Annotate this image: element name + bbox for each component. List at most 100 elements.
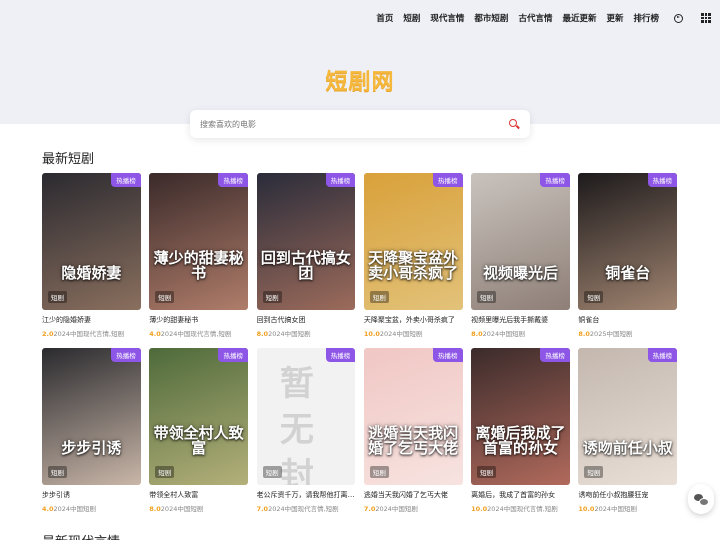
drama-title[interactable]: 带领全村人致富 [149, 490, 248, 500]
search-icon[interactable] [506, 116, 522, 132]
drama-meta: 10.02024中国短剧 [578, 503, 677, 513]
drama-title[interactable]: 视频里曝光后我手撕戴婆 [471, 315, 570, 325]
drama-card[interactable]: 天降聚宝盆外卖小哥杀疯了 热播榜 短剧天降聚宝盆，外卖小哥杀疯了 10.02024中国… [363, 173, 463, 338]
drama-card[interactable]: 暂无封面热播榜短剧老公斥资千万，请我帮他打离婚官司 7.02024中国现代言情,短… [256, 348, 356, 513]
drama-info: 2024中国短剧 [53, 505, 97, 513]
type-tag: 短剧 [48, 466, 67, 478]
drama-card[interactable]: 诱吻前任小叔 热播榜 短剧 诱吻前任小叔抱腰狂宠 10.02024中国短剧 [578, 348, 678, 513]
drama-info: 2024中国现代言情,短剧 [268, 505, 339, 513]
search-bar [190, 110, 530, 138]
drama-meta: 10.02024中国现代言情,短剧 [471, 503, 570, 513]
drama-title[interactable]: 回到古代搞女团 [257, 315, 356, 325]
drama-title[interactable]: 江少的隐婚娇妻 [42, 315, 141, 325]
nav-item-short-drama[interactable]: 短剧 [403, 12, 420, 24]
type-tag: 短剧 [477, 466, 497, 478]
hot-badge: 热播榜 [111, 348, 141, 362]
poster-caption: 逃婚当天我闪婚了乞丐大佬 [368, 423, 459, 458]
drama-score: 4.0 [42, 505, 54, 513]
drama-meta: 8.02025中国短剧 [578, 328, 677, 338]
type-tag: 短剧 [584, 291, 604, 303]
drama-score: 2.0 [42, 330, 54, 338]
drama-score: 10.0 [471, 505, 488, 513]
hot-badge: 热播榜 [325, 348, 356, 362]
drama-card[interactable]: 视频曝光后 热播榜 短剧 视频里曝光后我手撕戴婆 8.02024中国短剧 [471, 173, 570, 338]
drama-poster[interactable]: 步步引诱 热播榜 短剧 [42, 348, 141, 485]
drama-score: 8.0 [471, 330, 483, 338]
poster-caption: 薄少的甜妻秘书 [153, 248, 244, 283]
floating-chat-button[interactable] [688, 484, 714, 514]
drama-meta: 8.02024中国短剧 [471, 328, 570, 338]
drama-info: 2024中国短剧 [268, 330, 311, 338]
hot-badge: 热播榜 [647, 348, 678, 362]
drama-poster[interactable]: 离婚后我成了首富的孙女 热播榜 短剧 [471, 348, 570, 485]
drama-card[interactable]: 薄少的甜妻秘书 热播榜 短剧 薄少的甜妻秘书 4.02024中国现代言情,短剧 [149, 173, 248, 338]
drama-meta: 2.02024中国现代言情,短剧 [42, 328, 141, 338]
drama-info: 2024中国现代言情,短剧 [53, 330, 125, 338]
drama-card[interactable]: 步步引诱 热播榜 短剧 步步引诱 4.02024中国短剧 [42, 348, 141, 513]
drama-meta: 8.02024中国短剧 [257, 328, 356, 338]
drama-info: 2024中国短剧 [375, 505, 418, 513]
drama-poster[interactable]: 隐婚娇妻 热播榜 短剧 [42, 173, 141, 310]
drama-info: 2024中国短剧 [482, 330, 526, 338]
hot-badge: 热播榜 [647, 173, 678, 187]
type-tag: 短剧 [262, 291, 282, 303]
nav-item-ancient-romance[interactable]: 古代言情 [518, 12, 552, 24]
drama-title[interactable]: 诱吻前任小叔抱腰狂宠 [578, 490, 677, 500]
drama-title[interactable]: 离婚后，我成了首富的孙女 [471, 490, 570, 500]
drama-card[interactable]: 带领全村人致富 热播榜 短剧 带领全村人致富 8.02024中国短剧 [149, 348, 248, 513]
hot-badge: 热播榜 [111, 173, 141, 187]
drama-card[interactable]: 离婚后我成了首富的孙女 热播榜 短剧 离婚后，我成了首富的孙女 10.02024中国现代… [471, 348, 570, 513]
drama-score: 7.0 [256, 505, 269, 513]
drama-score: 10.0 [578, 505, 595, 513]
drama-title[interactable]: 老公斥资千万，请我帮他打离婚官司 [257, 490, 356, 500]
drama-poster[interactable]: 视频曝光后 热播榜 短剧 [471, 173, 570, 310]
drama-card[interactable]: 回到古代搞女团 热播榜 短剧回到古代搞女团 8.02024中国短剧 [256, 173, 356, 338]
type-tag: 短剧 [155, 466, 175, 478]
drama-poster[interactable]: 薄少的甜妻秘书 热播榜短剧 [149, 173, 248, 310]
drama-poster[interactable]: 带领全村人致富 热播榜 短剧 [149, 348, 248, 485]
drama-meta: 10.02024中国短剧 [364, 328, 463, 338]
drama-poster[interactable]: 暂无封面热播榜短剧 [256, 348, 356, 485]
drama-info: 2024中国现代言情,短剧 [487, 505, 558, 513]
top-nav: 首页 短剧 现代言情 都市短剧 古代言情 最近更新 更新 排行榜 [376, 11, 720, 25]
search-input[interactable] [190, 110, 506, 138]
drama-poster[interactable]: 天降聚宝盆外卖小哥杀疯了 热播榜 短剧 [363, 173, 463, 310]
poster-caption: 天降聚宝盆外卖小哥杀疯了 [368, 248, 459, 283]
nav-item-updates[interactable]: 更新 [606, 12, 623, 24]
hot-badge: 热播榜 [218, 348, 248, 362]
type-tag: 短剧 [155, 291, 175, 303]
drama-card[interactable]: 逃婚当天我闪婚了乞丐大佬 热播榜 短剧 逃婚当天我闪婚了乞丐大佬 7.02024中国短剧 [363, 348, 463, 513]
drama-score: 7.0 [363, 505, 376, 513]
drama-poster[interactable]: 回到古代搞女团 热播榜 短剧 [256, 173, 356, 310]
nav-item-home[interactable]: 首页 [376, 12, 393, 24]
play-circle-icon[interactable] [673, 13, 683, 23]
nav-item-urban-drama[interactable]: 都市短剧 [474, 12, 508, 24]
drama-poster[interactable]: 诱吻前任小叔 热播榜 短剧 [578, 348, 678, 485]
nav-item-modern-romance[interactable]: 现代言情 [430, 12, 464, 24]
drama-info: 2024中国现代言情,短剧 [160, 330, 232, 338]
drama-poster[interactable]: 逃婚当天我闪婚了乞丐大佬 热播榜 短剧 [363, 348, 463, 485]
drama-title[interactable]: 薄少的甜妻秘书 [149, 315, 248, 325]
wechat-icon [694, 493, 709, 506]
drama-poster[interactable]: 铜雀台 热播榜 短剧 [578, 173, 678, 310]
poster-caption: 诱吻前任小叔 [582, 439, 673, 458]
site-logo[interactable]: 短剧网 [0, 64, 720, 96]
drama-title[interactable]: 逃婚当天我闪婚了乞丐大佬 [364, 490, 463, 500]
drama-title[interactable]: 步步引诱 [42, 490, 141, 500]
drama-info: 2025中国短剧 [589, 330, 633, 338]
nav-item-recent-updates[interactable]: 最近更新 [562, 12, 596, 24]
nav-item-ranking[interactable]: 排行榜 [633, 12, 659, 24]
hot-badge: 热播榜 [540, 348, 570, 362]
drama-card[interactable]: 隐婚娇妻 热播榜 短剧江少的隐婚娇妻 2.02024中国现代言情,短剧 [42, 173, 141, 338]
drama-card[interactable]: 铜雀台 热播榜 短剧 铜雀台 8.02025中国短剧 [578, 173, 678, 338]
drama-title[interactable]: 天降聚宝盆，外卖小哥杀疯了 [364, 315, 463, 325]
section-title-latest-modern-romance: 最新现代言情 [42, 531, 120, 540]
hot-badge: 热播榜 [540, 173, 570, 187]
grid-menu-icon[interactable] [701, 13, 711, 23]
hot-badge: 热播榜 [218, 173, 248, 187]
poster-caption: 视频曝光后 [482, 264, 558, 283]
drama-title[interactable]: 铜雀台 [578, 315, 677, 325]
section-title-latest-short-drama: 最新短剧 [42, 152, 95, 167]
drama-score: 4.0 [149, 330, 161, 338]
drama-info: 2024中国短剧 [594, 505, 637, 513]
